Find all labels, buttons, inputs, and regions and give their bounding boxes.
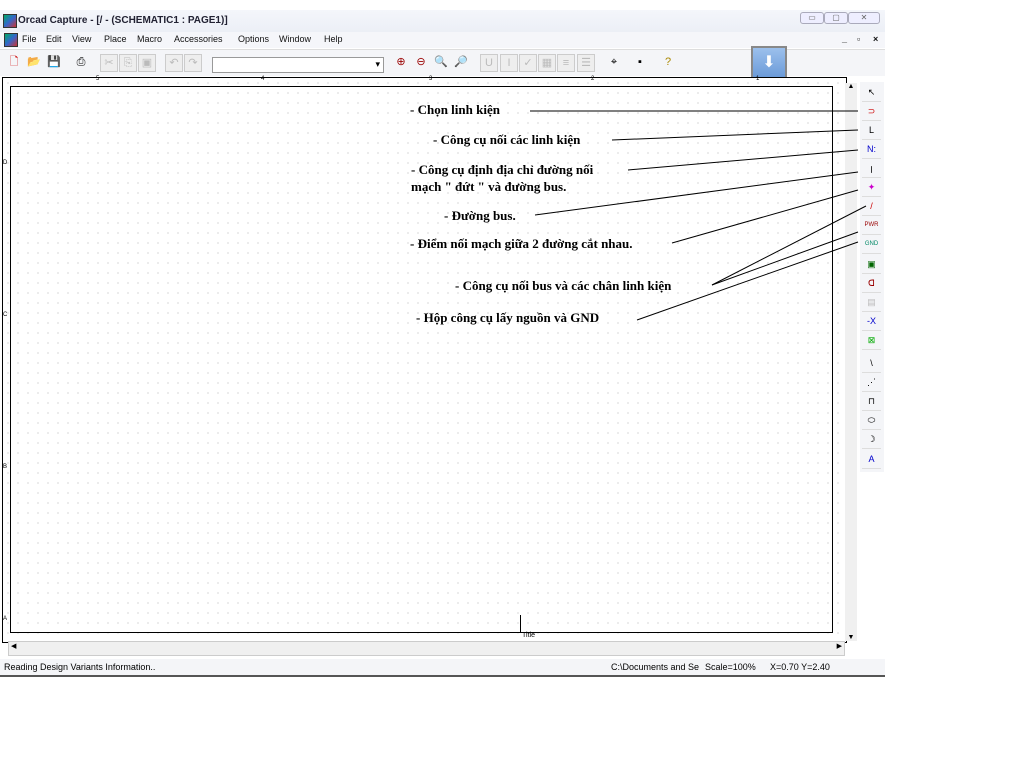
pointer-line — [611, 129, 859, 141]
pointer-line — [711, 231, 859, 286]
pointer-line — [627, 149, 859, 171]
pointer-line — [671, 189, 859, 244]
pointer-line — [534, 171, 859, 216]
pointer-line — [711, 205, 867, 286]
pointer-line — [636, 241, 859, 321]
annotation-lines — [530, 110, 867, 321]
